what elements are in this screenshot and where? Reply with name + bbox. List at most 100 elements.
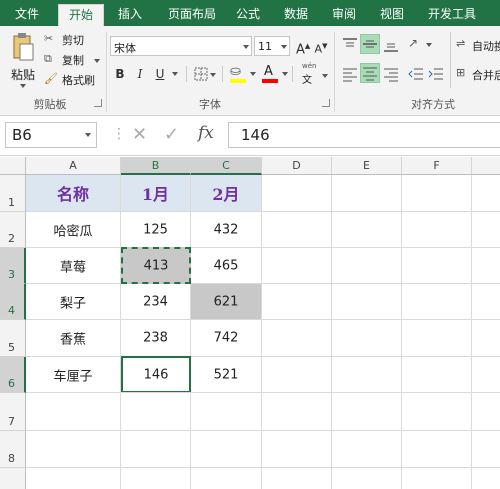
align-top-icon[interactable]	[342, 37, 358, 53]
column-header-c[interactable]: C	[191, 157, 262, 175]
tab-home[interactable]: 开始	[58, 4, 104, 26]
table-cell[interactable]: 234	[121, 284, 191, 320]
formula-bar: B6 ⋮ ✕ ✓ fx 146	[0, 116, 500, 156]
name-box-dropdown-icon[interactable]	[85, 133, 91, 137]
paste-dropdown-icon	[20, 84, 26, 88]
row-header-8[interactable]: 8	[0, 431, 26, 468]
brush-icon: 🖌	[44, 72, 58, 85]
row-header-1[interactable]: 1	[0, 175, 26, 212]
decrease-indent-icon[interactable]	[408, 66, 424, 82]
align-right-icon[interactable]	[383, 66, 399, 82]
table-cell[interactable]: 125	[121, 212, 191, 248]
formula-input[interactable]: 146	[228, 122, 500, 148]
italic-button[interactable]: I	[132, 64, 148, 84]
row-number: 1	[8, 196, 15, 209]
align-bottom-icon[interactable]	[383, 37, 399, 53]
table-cell[interactable]: 车厘子	[26, 357, 121, 393]
confirm-entry-icon[interactable]: ✓	[164, 124, 179, 145]
tab-data[interactable]: 数据	[276, 4, 316, 26]
chevron-down-icon	[282, 72, 288, 76]
tab-review[interactable]: 审阅	[324, 4, 364, 26]
font-name-select[interactable]: 宋体	[110, 36, 252, 56]
font-size-select[interactable]: 11	[254, 36, 290, 56]
fill-color-button[interactable]: ⛀	[230, 64, 258, 84]
tab-file[interactable]: 文件	[4, 4, 50, 26]
align-middle-button[interactable]	[360, 34, 380, 54]
cell-text: 432	[213, 222, 239, 237]
tab-formulas[interactable]: 公式	[228, 4, 268, 26]
table-cell[interactable]: 432	[191, 212, 262, 248]
borders-button[interactable]	[194, 66, 218, 82]
align-center-button[interactable]	[360, 63, 380, 83]
table-cell-copied[interactable]: 413	[121, 247, 191, 284]
column-header-next[interactable]	[472, 157, 500, 175]
wrap-text-button[interactable]: ⇌ 自动换	[456, 36, 500, 54]
table-cell[interactable]: 香蕉	[26, 320, 121, 357]
phonetic-guide-label: wén	[302, 62, 317, 70]
font-color-button[interactable]: A	[262, 64, 288, 84]
table-cell[interactable]: 梨子	[26, 284, 121, 320]
cell-text: 名称	[56, 185, 89, 204]
table-cell-highlighted[interactable]: 621	[191, 284, 262, 320]
row-header-5[interactable]: 5	[0, 320, 26, 357]
paste-icon	[13, 33, 34, 61]
column-header-e[interactable]: E	[332, 157, 402, 175]
row-header-next[interactable]	[0, 468, 26, 489]
paste-button[interactable]: 粘贴	[8, 32, 38, 90]
bold-button[interactable]: B	[112, 64, 128, 84]
cancel-entry-icon[interactable]: ✕	[132, 124, 147, 145]
format-painter-label: 格式刷	[62, 74, 95, 87]
column-header-a[interactable]: A	[26, 157, 121, 175]
name-box[interactable]: B6	[5, 122, 97, 148]
table-cell[interactable]: 742	[191, 320, 262, 357]
table-header-cell[interactable]: 1月	[121, 175, 191, 212]
table-cell[interactable]: 465	[191, 248, 262, 284]
column-header-f[interactable]: F	[402, 157, 472, 175]
shrink-font-icon[interactable]: A▼	[314, 36, 328, 56]
row-number: 4	[8, 304, 15, 317]
font-size-value: 11	[258, 40, 272, 53]
table-cell[interactable]: 草莓	[26, 248, 121, 284]
table-cell[interactable]: 238	[121, 320, 191, 357]
insert-function-icon[interactable]: fx	[198, 123, 214, 143]
cell-text: 742	[213, 330, 239, 346]
align-left-icon[interactable]	[342, 66, 358, 82]
row-number: 8	[8, 452, 15, 465]
active-cell[interactable]: 146	[121, 356, 191, 393]
tab-view[interactable]: 视图	[372, 4, 412, 26]
increase-indent-icon[interactable]	[428, 66, 444, 82]
row-header-7[interactable]: 7	[0, 393, 26, 431]
table-header-cell[interactable]: 2月	[191, 175, 262, 212]
grow-font-icon[interactable]: A▲	[296, 36, 310, 57]
cut-button[interactable]: ✂ 剪切	[44, 30, 90, 48]
row-header-4[interactable]: 4	[0, 284, 26, 320]
copy-button[interactable]: ⧉ 复制	[44, 50, 100, 68]
tab-insert[interactable]: 插入	[108, 4, 152, 26]
phonetic-button[interactable]: wén 文	[300, 62, 330, 86]
format-painter-button[interactable]: 🖌 格式刷	[44, 70, 100, 88]
column-header-d[interactable]: D	[262, 157, 332, 175]
underline-button[interactable]: U	[152, 64, 168, 84]
select-all-corner[interactable]	[0, 157, 26, 175]
row-header-3[interactable]: 3	[0, 248, 26, 284]
column-header-b[interactable]: B	[121, 157, 191, 175]
table-cell[interactable]: 521	[191, 357, 262, 393]
table-cell[interactable]: 哈密瓜	[26, 212, 121, 248]
row-header-6[interactable]: 6	[0, 357, 26, 393]
ribbon-tab-bar: 文件 开始 插入 页面布局 公式 数据 审阅 视图 开发工具	[0, 0, 500, 26]
clipboard-launcher-icon[interactable]	[94, 99, 102, 107]
toolbar-divider	[222, 66, 223, 82]
table-header-cell[interactable]: 名称	[26, 175, 121, 212]
tab-page-layout[interactable]: 页面布局	[158, 4, 226, 26]
align-center-icon	[363, 67, 377, 81]
underline-dropdown-icon[interactable]	[172, 72, 178, 76]
merge-center-button[interactable]: ⊞ 合并后	[456, 65, 500, 83]
tab-developer[interactable]: 开发工具	[420, 4, 484, 26]
row-header-2[interactable]: 2	[0, 212, 26, 248]
font-launcher-icon[interactable]	[322, 99, 330, 107]
orientation-button[interactable]: ↗	[408, 36, 436, 54]
font-group-label: 字体	[199, 98, 221, 111]
more-options-icon: ⋮	[112, 126, 126, 142]
clipboard-group-label: 剪贴板	[33, 98, 67, 111]
cell-text: 125	[143, 222, 168, 237]
